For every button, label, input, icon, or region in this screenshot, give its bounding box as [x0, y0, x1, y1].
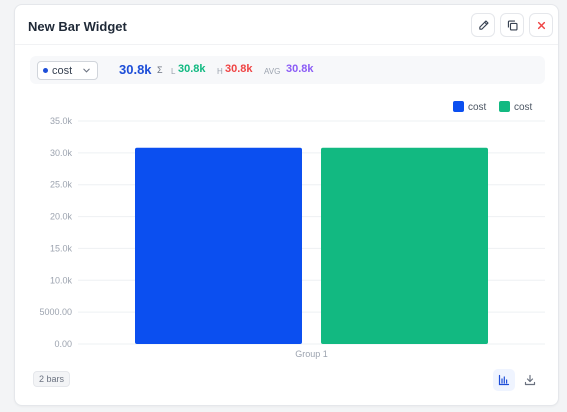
- y-tick-label: 15.0k: [50, 243, 73, 253]
- bar-chart-icon: [498, 374, 510, 386]
- legend-label: cost: [468, 102, 487, 113]
- bar: [321, 147, 488, 344]
- duplicate-button[interactable]: [500, 13, 524, 37]
- bar-widget: New Bar Widget cost 30.8k Σ L 30.8k H 30…: [14, 4, 559, 406]
- widget-title: New Bar Widget: [28, 19, 127, 34]
- close-icon: [537, 21, 545, 29]
- sum-symbol: Σ: [157, 65, 163, 75]
- avg-value: 30.8k: [286, 63, 314, 75]
- legend-swatch: [453, 101, 464, 112]
- close-button[interactable]: [529, 13, 553, 37]
- y-tick-label: 25.0k: [50, 180, 73, 190]
- avg-label: AVG: [264, 67, 281, 76]
- y-tick-label: 5000.00: [39, 307, 72, 317]
- high-label: H: [217, 67, 223, 76]
- y-tick-label: 35.0k: [50, 116, 73, 126]
- download-button[interactable]: [519, 369, 541, 391]
- y-tick-label: 10.0k: [50, 275, 73, 285]
- stats-bar: cost 30.8k Σ L 30.8k H 30.8k AVG 30.8k: [30, 56, 545, 84]
- legend-label: cost: [514, 102, 533, 113]
- chart-type-button[interactable]: [493, 369, 515, 391]
- chevron-down-icon: [83, 68, 90, 73]
- x-tick-label: Group 1: [295, 349, 328, 359]
- bars-count-badge: 2 bars: [33, 371, 71, 387]
- bar: [135, 147, 302, 344]
- sum-value: 30.8k: [119, 62, 152, 77]
- bar-chart: 0.00 5000.00 10.0k 15.0k 20.0k 25.0k 30.0k 35.0…: [39, 101, 545, 359]
- high-value: 30.8k: [225, 63, 253, 75]
- y-tick-label: 30.0k: [50, 148, 73, 158]
- copy-icon: [507, 19, 518, 31]
- low-value: 30.8k: [178, 63, 206, 75]
- download-icon: [524, 374, 536, 386]
- metric-select-value: cost: [52, 64, 73, 77]
- legend-swatch: [499, 101, 510, 112]
- y-tick-label: 20.0k: [50, 212, 73, 222]
- edit-button[interactable]: [471, 13, 495, 37]
- widget-header: New Bar Widget: [15, 5, 558, 45]
- low-label: L: [171, 67, 176, 76]
- metric-select[interactable]: cost: [37, 61, 98, 80]
- series-dot: [43, 68, 48, 73]
- y-tick-label: 0.00: [54, 339, 72, 349]
- pencil-icon: [478, 19, 489, 30]
